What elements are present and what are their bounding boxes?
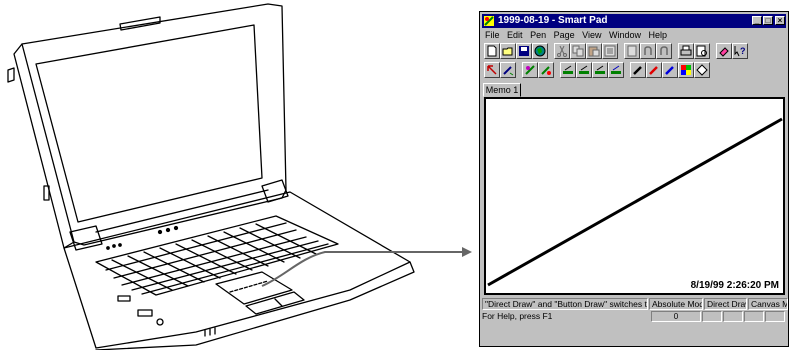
save-icon	[519, 46, 529, 56]
resize-grip[interactable]	[765, 311, 785, 322]
tab-memo-1[interactable]: Memo 1	[483, 83, 521, 97]
open-button[interactable]	[500, 43, 516, 59]
redo-icon	[660, 46, 668, 55]
status-direct-draw[interactable]: Direct Draw	[704, 298, 747, 310]
menu-window[interactable]: Window	[609, 29, 641, 42]
red-pen-button[interactable]	[646, 62, 662, 78]
menu-pen[interactable]: Pen	[530, 29, 546, 42]
menu-edit[interactable]: Edit	[507, 29, 523, 42]
status-pane-1	[702, 311, 722, 322]
cut-icon	[557, 45, 567, 57]
menu-file[interactable]: File	[485, 29, 500, 42]
copy-button[interactable]	[570, 43, 586, 59]
undo-icon	[644, 46, 652, 55]
color-palette-button[interactable]	[678, 62, 694, 78]
red-pen-icon	[649, 66, 658, 75]
pen-style-2-button[interactable]	[576, 62, 592, 78]
page-button[interactable]	[602, 43, 618, 59]
undo-button[interactable]	[640, 43, 656, 59]
select-arrow-icon	[487, 65, 497, 75]
globe-icon	[534, 45, 546, 57]
pen-draw-icon	[525, 65, 535, 75]
title-bar[interactable]: 1999-08-19 - Smart Pad _ □ ×	[482, 14, 786, 28]
new-icon	[487, 45, 497, 57]
pen-style-3-icon	[595, 65, 605, 74]
pen-recycle-icon	[541, 66, 551, 75]
status-message: "Direct Draw" and "Button Draw" switches…	[482, 298, 648, 310]
print-icon	[680, 45, 692, 56]
menu-page[interactable]: Page	[554, 29, 575, 42]
globe-button[interactable]	[532, 43, 548, 59]
drawing-canvas[interactable]: 8/19/99 2:26:20 PM	[484, 97, 785, 295]
pen-style-4-icon	[611, 65, 621, 74]
black-pen-icon	[633, 66, 642, 75]
canvas-timestamp: 8/19/99 2:26:20 PM	[690, 280, 779, 291]
pen-draw-button[interactable]	[522, 62, 538, 78]
save-button[interactable]	[516, 43, 532, 59]
blue-pen-icon	[665, 66, 674, 75]
delete-page-icon	[627, 45, 637, 57]
eraser-icon	[719, 47, 729, 57]
pen-style-4-button[interactable]	[608, 62, 624, 78]
delete-page-button[interactable]	[624, 43, 640, 59]
copy-icon	[572, 45, 584, 57]
menu-view[interactable]: View	[582, 29, 601, 42]
pen-style-1-button[interactable]	[560, 62, 576, 78]
help-pointer-icon: ?	[734, 46, 746, 57]
minimize-button[interactable]: _	[752, 16, 762, 25]
cut-button[interactable]	[554, 43, 570, 59]
maximize-button[interactable]: □	[763, 16, 773, 25]
close-button[interactable]: ×	[775, 16, 785, 25]
status-absolute-mode[interactable]: Absolute Mode	[649, 298, 703, 310]
eraser-button[interactable]	[716, 43, 732, 59]
pen-recycle-button[interactable]	[538, 62, 554, 78]
paste-icon	[588, 46, 600, 57]
print-preview-button[interactable]	[694, 43, 710, 59]
black-pen-button[interactable]	[630, 62, 646, 78]
pen-style-2-icon	[579, 65, 589, 74]
status-pane-3	[744, 311, 764, 322]
page-tabs: Memo 1	[483, 83, 785, 97]
pen-style-1-icon	[563, 65, 573, 74]
new-button[interactable]	[484, 43, 500, 59]
menu-bar: File Edit Pen Page View Window Help	[482, 29, 786, 42]
smart-pad-window: 1999-08-19 - Smart Pad _ □ × File Edit P…	[479, 11, 789, 347]
svg-text:?: ?	[740, 46, 746, 56]
pen-select-icon	[503, 66, 514, 76]
laptop-illustration	[7, 3, 415, 350]
menu-help[interactable]: Help	[649, 29, 668, 42]
print-preview-icon	[696, 45, 707, 57]
color-palette-icon	[681, 65, 691, 75]
redo-button[interactable]	[656, 43, 672, 59]
app-icon[interactable]	[484, 16, 494, 26]
print-button[interactable]	[678, 43, 694, 59]
page-icon	[604, 45, 616, 57]
blue-pen-button[interactable]	[662, 62, 678, 78]
pen-eraser-icon	[696, 64, 708, 76]
drawn-stroke	[487, 117, 783, 287]
pen-select-button[interactable]	[500, 62, 516, 78]
window-title: 1999-08-19 - Smart Pad	[498, 15, 608, 26]
paste-button[interactable]	[586, 43, 602, 59]
pen-style-3-button[interactable]	[592, 62, 608, 78]
help-pointer-button[interactable]: ?	[732, 43, 748, 59]
pen-eraser-button[interactable]	[694, 62, 710, 78]
help-hint: For Help, press F1	[482, 311, 553, 321]
status-counter: 0	[651, 311, 701, 322]
open-folder-icon	[502, 47, 513, 56]
status-pane-2	[723, 311, 743, 322]
select-arrow-button[interactable]	[484, 62, 500, 78]
status-canvas-map[interactable]: Canvas Map	[748, 298, 788, 310]
